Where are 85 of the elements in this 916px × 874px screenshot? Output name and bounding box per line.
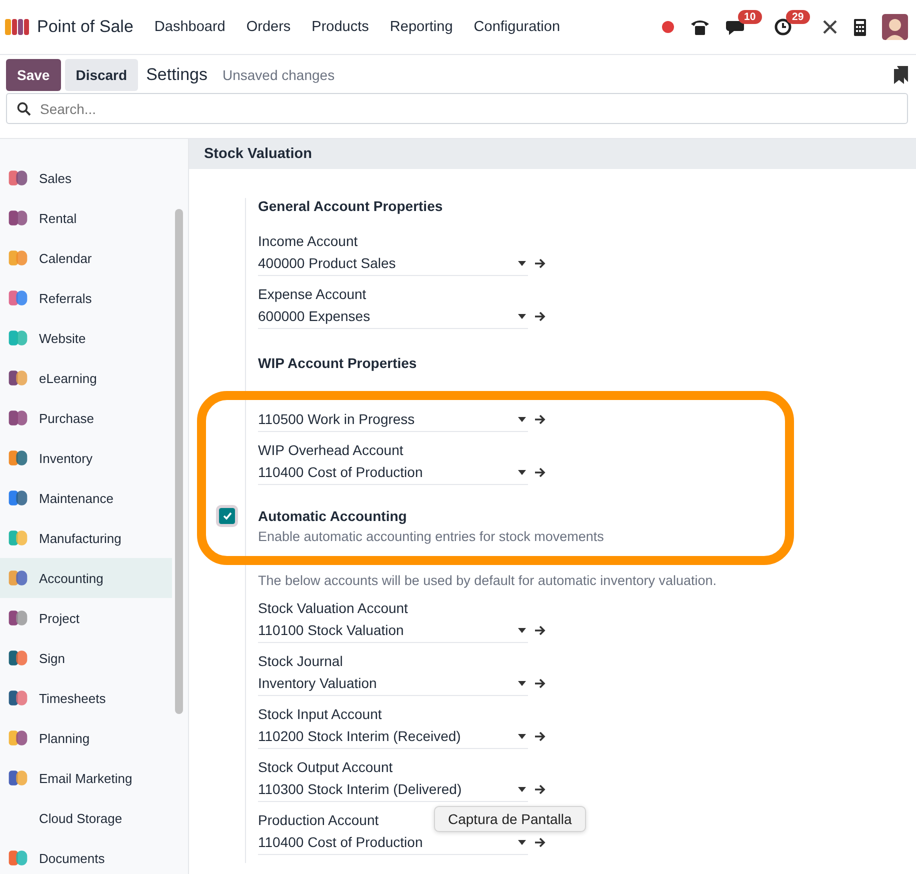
caret-icon — [518, 628, 526, 632]
account-select[interactable]: 110100 Stock Valuation — [258, 618, 528, 643]
caret-icon — [518, 260, 526, 266]
sidebar-item[interactable]: Maintenance — [0, 478, 172, 518]
arrow-right-icon[interactable] — [534, 467, 546, 478]
scrollbar[interactable] — [175, 209, 183, 714]
sidebar-item[interactable]: Sales — [0, 158, 172, 198]
bookmarks-icon[interactable] — [894, 66, 908, 84]
field-label: Stock Valuation Account — [258, 600, 408, 616]
save-button[interactable]: Save — [6, 59, 61, 91]
arrow-right-icon[interactable] — [534, 625, 546, 636]
sidebar-item[interactable]: Rental — [0, 198, 172, 238]
group-title: General Account Properties — [258, 198, 444, 214]
checkmark-icon — [222, 512, 232, 520]
field-label: Stock Output Account — [258, 759, 393, 775]
clock-icon[interactable] — [774, 18, 792, 36]
chat-icon[interactable] — [726, 18, 746, 36]
avatar-icon[interactable] — [882, 14, 908, 40]
field-label: WIP Overhead Account — [258, 441, 404, 460]
arrow-right-icon[interactable] — [534, 784, 546, 795]
caret-icon — [518, 470, 526, 474]
recording-dot-icon[interactable] — [662, 21, 674, 33]
search-icon — [17, 102, 31, 116]
discard-button[interactable]: Discard — [64, 59, 138, 91]
arrow-right-icon[interactable] — [534, 837, 546, 848]
app-name[interactable]: Point of Sale — [37, 17, 134, 37]
unsaved-status: Unsaved changes — [222, 67, 335, 83]
caret-icon — [518, 786, 526, 792]
field-label: Stock Journal — [258, 653, 343, 669]
field-label: Income Account — [258, 232, 359, 251]
arrow-right-icon[interactable] — [534, 414, 546, 425]
group-title: WIP Account Properties — [258, 355, 418, 371]
sidebar-item[interactable]: Cloud Storage — [0, 798, 172, 838]
menu-item[interactable]: Products — [312, 19, 369, 35]
caret-icon — [518, 840, 526, 844]
sidebar-item[interactable]: Inventory — [0, 438, 172, 478]
sidebar-item[interactable]: Referrals — [0, 278, 172, 318]
account-select[interactable]: Inventory Valuation — [258, 671, 528, 696]
sidebar-item[interactable]: Sign — [0, 638, 172, 678]
sidebar-item[interactable]: eLearning — [0, 358, 172, 398]
calculator-icon[interactable] — [854, 18, 866, 36]
setting-description: Enable automatic accounting entries for stock movements — [258, 528, 605, 546]
caret-icon — [518, 314, 526, 318]
setting-note: The below accounts will be used by default for automatic inventory valuation. — [258, 573, 717, 589]
sidebar-item[interactable]: Manufacturing — [0, 518, 172, 558]
account-select[interactable]: 110400 Cost of Production — [258, 830, 528, 855]
message-count-badge: 10 — [738, 10, 762, 24]
arrow-right-icon[interactable] — [534, 311, 546, 322]
account-select[interactable]: 110200 Stock Interim (Received) — [258, 724, 528, 749]
arrow-right-icon[interactable] — [534, 678, 546, 689]
sidebar-item[interactable]: Purchase — [0, 398, 172, 438]
account-select[interactable]: 400000 Product Sales — [258, 251, 528, 276]
section-header: Stock Valuation — [189, 139, 916, 169]
caret-icon — [518, 734, 526, 738]
menu-item[interactable]: Dashboard — [154, 19, 226, 35]
sidebar-item[interactable]: Email Marketing — [0, 758, 172, 798]
sidebar-item[interactable]: Accounting — [0, 558, 172, 598]
sidebar-item[interactable]: Timesheets — [0, 678, 172, 718]
field-label: Stock Input Account — [258, 706, 382, 722]
account-select[interactable]: 110300 Stock Interim (Delivered) — [258, 777, 528, 802]
sidebar-item[interactable]: Project — [0, 598, 172, 638]
checkbox[interactable] — [219, 508, 235, 524]
menu-item[interactable]: Configuration — [474, 19, 560, 35]
account-select[interactable]: 110400 Cost of Production — [258, 460, 528, 485]
account-select[interactable]: 600000 Expenses — [258, 304, 528, 329]
account-select[interactable]: 110500 Work in Progress — [258, 407, 528, 432]
sidebar-item[interactable]: Calendar — [0, 238, 172, 278]
app-logo-icon — [4, 17, 30, 37]
menu-item[interactable]: Orders — [246, 19, 291, 35]
activity-count-badge: 29 — [786, 10, 810, 24]
field-label: Expense Account — [258, 285, 368, 304]
sidebar-item[interactable]: Documents — [0, 838, 172, 874]
sidebar-item[interactable]: Website — [0, 318, 172, 358]
setting-title: Automatic Accounting — [258, 507, 408, 526]
tooltip: Captura de Pantalla — [434, 806, 586, 832]
phone-icon[interactable] — [690, 18, 710, 36]
arrow-right-icon[interactable] — [534, 258, 546, 269]
field-label: Production Account — [258, 812, 379, 828]
arrow-right-icon[interactable] — [534, 731, 546, 742]
sidebar-item[interactable]: Planning — [0, 718, 172, 758]
breadcrumb[interactable]: Settings — [146, 65, 208, 85]
search-field[interactable]: Search... — [6, 93, 908, 124]
menu-item[interactable]: Reporting — [390, 19, 453, 35]
caret-icon — [518, 416, 526, 422]
caret-icon — [518, 680, 526, 686]
